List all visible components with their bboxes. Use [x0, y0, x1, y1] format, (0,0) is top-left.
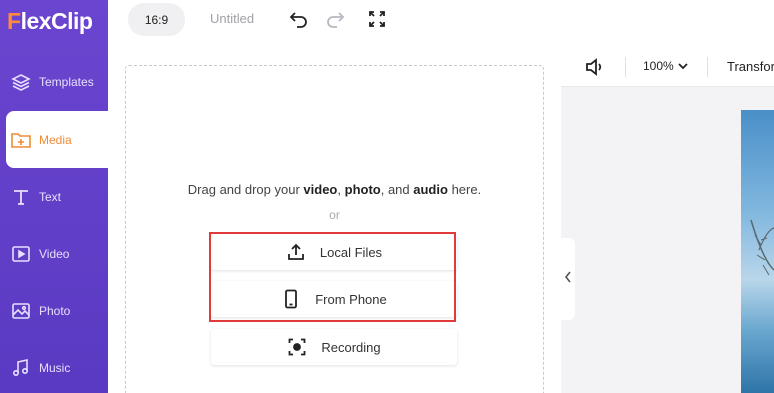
- palm-frond-image: [750, 219, 774, 276]
- music-icon: [9, 356, 33, 380]
- zoom-select[interactable]: 100%: [643, 59, 688, 73]
- sidebar-item-label: Templates: [39, 74, 94, 89]
- top-toolbar: 16:9 Untitled: [108, 0, 774, 47]
- sidebar-item-label: Text: [39, 189, 62, 204]
- transform-button[interactable]: Transform: [727, 59, 774, 74]
- collapse-panel-handle[interactable]: [561, 238, 575, 320]
- volume-icon[interactable]: [585, 58, 605, 81]
- aspect-ratio-button[interactable]: 16:9: [128, 3, 185, 36]
- highlight-box: [209, 232, 456, 322]
- sidebar-item-label: Photo: [39, 303, 71, 318]
- sidebar-item-video[interactable]: Video: [0, 225, 108, 282]
- layers-icon: [9, 70, 33, 94]
- sidebar-item-label: Music: [39, 360, 71, 375]
- sidebar-item-text[interactable]: Text: [0, 168, 108, 225]
- canvas-preview[interactable]: [741, 110, 774, 393]
- sidebar-item-templates[interactable]: Templates: [0, 53, 108, 110]
- canvas-toolbar: 100% Transform: [561, 47, 774, 87]
- sidebar-item-photo[interactable]: Photo: [0, 282, 108, 339]
- undo-icon[interactable]: [289, 9, 309, 29]
- sidebar-item-label: Media: [39, 132, 72, 147]
- sidebar: FlexClip Templates Media Text Video Phot…: [0, 0, 108, 393]
- sidebar-item-label: Video: [39, 246, 70, 261]
- toolbar-divider: [625, 57, 626, 77]
- sidebar-item-music[interactable]: Music: [0, 339, 108, 393]
- project-title[interactable]: Untitled: [210, 11, 254, 26]
- text-icon: [9, 185, 33, 209]
- redo-icon[interactable]: [325, 9, 345, 29]
- photo-icon: [9, 299, 33, 323]
- record-icon: [287, 337, 307, 357]
- flexclip-logo[interactable]: FlexClip: [7, 8, 103, 36]
- or-separator: or: [329, 208, 340, 222]
- chevron-left-icon: [564, 270, 572, 288]
- sidebar-item-media[interactable]: Media: [6, 111, 108, 168]
- media-folder-icon: [9, 128, 33, 152]
- toolbar-divider: [707, 57, 708, 77]
- media-upload-panel: Drag and drop your video, photo, and aud…: [108, 47, 561, 393]
- drop-instructions: Drag and drop your video, photo, and aud…: [187, 182, 482, 197]
- video-icon: [9, 242, 33, 266]
- recording-button[interactable]: Recording: [211, 329, 457, 365]
- fullscreen-icon[interactable]: [367, 9, 387, 29]
- chevron-down-icon: [678, 59, 688, 73]
